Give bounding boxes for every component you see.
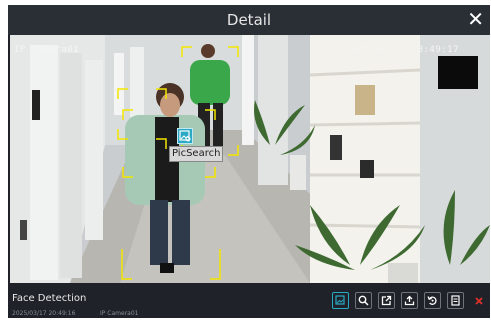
image-search-icon: [335, 295, 345, 305]
document-icon: [451, 295, 460, 306]
privacy-mask: [438, 56, 478, 89]
upload-icon: [404, 295, 415, 306]
event-time-label: 2025/03/17 20:49:16: [12, 310, 76, 317]
pic-search-button[interactable]: [332, 292, 349, 309]
backup-button[interactable]: [401, 292, 418, 309]
event-type-label: Face Detection: [12, 293, 87, 304]
delete-x-icon: [474, 296, 483, 305]
playback-button[interactable]: [424, 292, 441, 309]
detail-dialog: Detail ✕ IP Camera01 2025/03/17 20:49:17…: [8, 5, 490, 318]
replay-icon: [427, 296, 437, 305]
scene-illustration: [10, 35, 490, 283]
pic-search-tooltip: PicSearch: [169, 146, 224, 162]
image-search-icon: [179, 130, 191, 142]
delete-button[interactable]: [470, 292, 487, 309]
event-footer: Face Detection 2025/03/17 20:49:16 IP Ca…: [8, 283, 490, 318]
magnifier-icon: [358, 295, 369, 306]
camera-name-osd: IP Camera01: [14, 45, 80, 55]
search-button[interactable]: [355, 292, 372, 309]
dialog-titlebar: Detail ✕: [8, 5, 490, 35]
dialog-title: Detail: [226, 11, 272, 29]
event-camera-label: IP Camera01: [100, 310, 139, 317]
close-icon[interactable]: ✕: [467, 8, 484, 30]
detail-button[interactable]: [447, 292, 464, 309]
video-snapshot: IP Camera01 2025/03/17 20:49:17 PicSearc…: [10, 35, 490, 283]
export-icon: [381, 295, 392, 306]
pic-search-icon[interactable]: [177, 128, 193, 144]
timestamp-osd: 2025/03/17 20:49:17: [346, 45, 459, 55]
export-button[interactable]: [378, 292, 395, 309]
